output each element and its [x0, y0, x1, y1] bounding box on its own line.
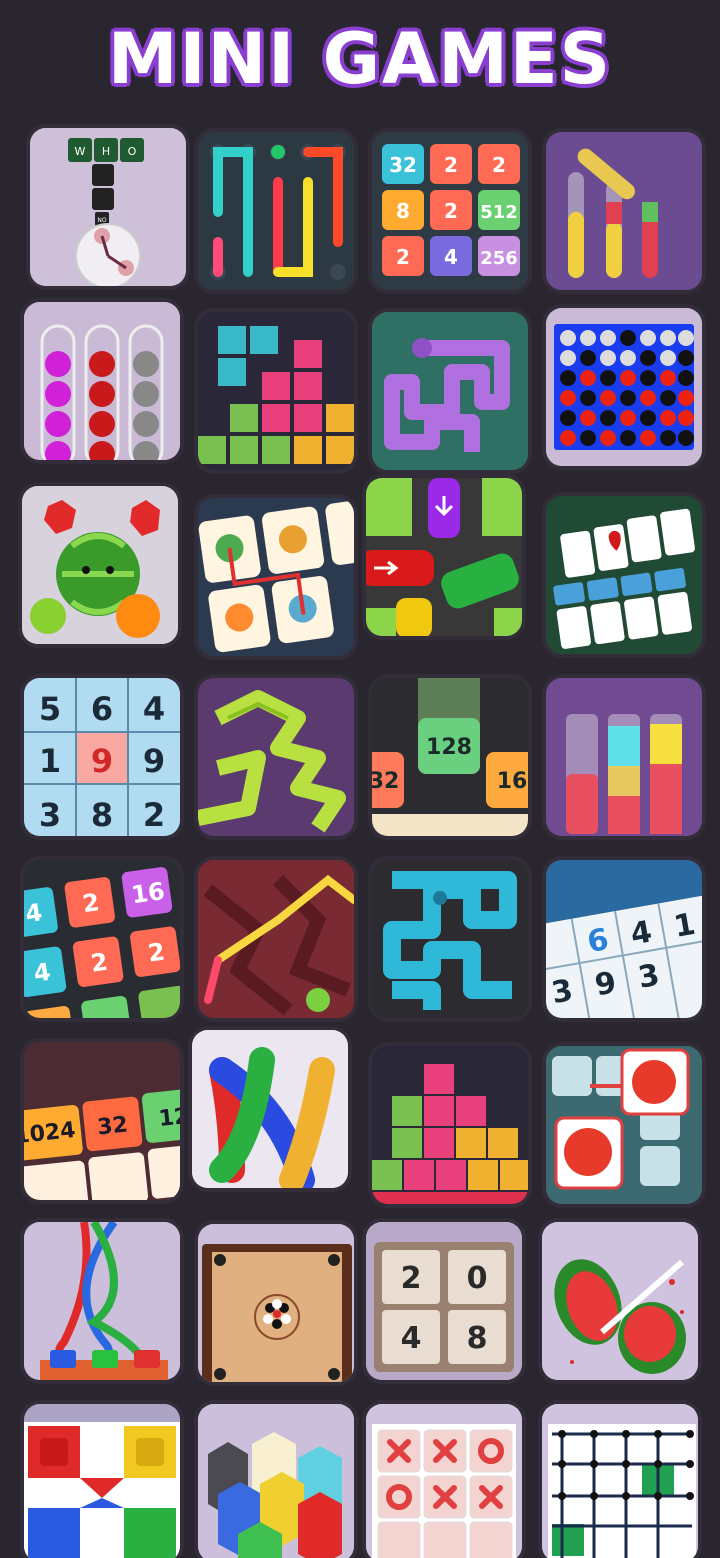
- word-letter: H: [102, 145, 110, 158]
- cards-icon: [546, 496, 702, 654]
- page-title: MINI GAMES: [107, 18, 613, 100]
- tile-water-sort-game[interactable]: [546, 678, 702, 836]
- grid-number: 4: [143, 690, 165, 728]
- tile-solitaire-game[interactable]: [546, 496, 702, 654]
- tile-ball-sort-game[interactable]: [24, 302, 180, 460]
- tile-number: 16: [130, 877, 167, 909]
- tile-merge-2048-tiles-game[interactable]: 1024 32 12: [24, 1042, 180, 1200]
- tile-line-draw-game[interactable]: [198, 860, 354, 1018]
- tile-parrot-match-game[interactable]: [546, 1046, 702, 1204]
- number-grid-icon: 2 0 4 8: [366, 1222, 522, 1380]
- test-tubes-icon: [546, 678, 702, 836]
- tile-number: 32: [389, 153, 417, 177]
- line-icon: [198, 860, 354, 1018]
- number-tiles-icon: 1024 32 12: [24, 1042, 180, 1200]
- word-letter: O: [128, 145, 137, 158]
- tile-hexa-sort-game[interactable]: [198, 1404, 354, 1558]
- merge-chain-icon: 4 2 16 4 2 2: [24, 860, 180, 1018]
- tile-fruit-merge-game[interactable]: [22, 486, 178, 644]
- tile-merge-chain-game[interactable]: 4 2 16 4 2 2: [24, 860, 180, 1018]
- tile-number: 4: [444, 245, 458, 269]
- ball-tubes-icon: [24, 302, 180, 460]
- tile-twisted-ropes-game[interactable]: [192, 1030, 348, 1188]
- ropes-icon: [24, 1222, 180, 1380]
- tile-pipe-path-blue-game[interactable]: [372, 860, 528, 1018]
- tile-block-stack-game[interactable]: [198, 312, 354, 470]
- tile-number: 2: [444, 153, 458, 177]
- tile-number: 2: [492, 153, 506, 177]
- tile-number: 4: [401, 1321, 422, 1356]
- connect-four-icon: [546, 308, 702, 466]
- ludo-board-icon: [24, 1404, 180, 1558]
- tile-number: 32: [96, 1112, 129, 1140]
- tile-carrom-game[interactable]: [198, 1224, 354, 1382]
- tile-number: 512: [480, 202, 518, 223]
- tile-number: 256: [480, 248, 518, 269]
- word-tag: NO: [97, 217, 106, 224]
- tile-number: 12: [158, 1104, 180, 1132]
- tile-number: 8: [396, 199, 410, 223]
- tile-number: 128: [426, 735, 472, 760]
- tile-connect-four-game[interactable]: [546, 308, 702, 466]
- tile-onet-match-game[interactable]: [198, 498, 354, 656]
- tile-dots-boxes-game[interactable]: [542, 1404, 698, 1558]
- carrom-board-icon: [198, 1224, 354, 1382]
- tile-pipe-path-purple-game[interactable]: [372, 312, 528, 470]
- number-grid-icon: 5 6 4 1 9 9 3 8 2: [24, 678, 180, 836]
- number-grid-icon: 32 2 2 8 2 512 2 4 256: [372, 132, 528, 290]
- pipe-maze-icon: [372, 312, 528, 470]
- grid-number: 1: [39, 742, 61, 780]
- tile-dot-connect-game[interactable]: [198, 132, 354, 290]
- tile-block-puzzle-game[interactable]: [372, 1046, 528, 1204]
- tile-word-clock-game[interactable]: W H O NO: [30, 128, 186, 286]
- tile-rope-untangle-game[interactable]: [24, 1222, 180, 1380]
- grid-number: 6: [91, 690, 113, 728]
- tile-number-sudoku-game[interactable]: 5 6 4 1 9 9 3 8 2: [24, 678, 180, 836]
- tile-tic-tac-toe-game[interactable]: [366, 1404, 522, 1558]
- dots-grid-icon: [542, 1404, 698, 1558]
- grid-number: 9: [91, 742, 113, 780]
- tile-number: 32: [372, 769, 399, 794]
- tile-number: 2: [401, 1261, 422, 1296]
- xo-icon: [366, 1404, 522, 1558]
- tile-number: 2: [444, 199, 458, 223]
- tile-number: 16: [497, 769, 528, 794]
- grid-number: 9: [143, 742, 165, 780]
- tile-number: 8: [467, 1321, 488, 1356]
- grid-number: 5: [39, 690, 61, 728]
- animal-tiles-icon: [198, 498, 354, 656]
- tile-snake-maze-game[interactable]: [198, 678, 354, 836]
- tile-liquid-sort-pour-game[interactable]: [546, 132, 702, 290]
- pipe-maze-icon: [372, 860, 528, 1018]
- tile-ludo-game[interactable]: [24, 1404, 180, 1558]
- word-letter: W: [75, 145, 86, 158]
- ropes-icon: [192, 1030, 348, 1188]
- hexa-stack-icon: [198, 1404, 354, 1558]
- sudoku-grid-icon: 6 4 1 3 9 3: [546, 860, 702, 1018]
- clock-icon: W H O NO: [30, 128, 186, 286]
- parrots-icon: [546, 1046, 702, 1204]
- grid-number: 2: [143, 796, 165, 834]
- test-tubes-icon: [546, 132, 702, 290]
- watermelon-icon: [542, 1222, 698, 1380]
- tile-number: 0: [467, 1261, 488, 1296]
- tile-sudoku-game[interactable]: 6 4 1 3 9 3: [546, 860, 702, 1018]
- tile-2048-classic-game[interactable]: 2 0 4 8: [366, 1222, 522, 1380]
- blocks-icon: [198, 312, 354, 470]
- snake-path-icon: [198, 678, 354, 836]
- blocks-icon: [372, 1046, 528, 1204]
- tile-drop-number-game[interactable]: 32 128 16: [372, 678, 528, 836]
- grid-number: 3: [39, 796, 61, 834]
- pipes-icon: [198, 132, 354, 290]
- grid-number: 8: [91, 796, 113, 834]
- tile-number: 2: [396, 245, 410, 269]
- tile-car-parking-jam-game[interactable]: [366, 478, 522, 636]
- drop-number-icon: 32 128 16: [372, 678, 528, 836]
- tile-fruit-slice-game[interactable]: [542, 1222, 698, 1380]
- tile-merge-2048-grid-game[interactable]: 32 2 2 8 2 512 2 4 256: [372, 132, 528, 290]
- cars-icon: [366, 478, 522, 636]
- fruits-icon: [22, 486, 178, 644]
